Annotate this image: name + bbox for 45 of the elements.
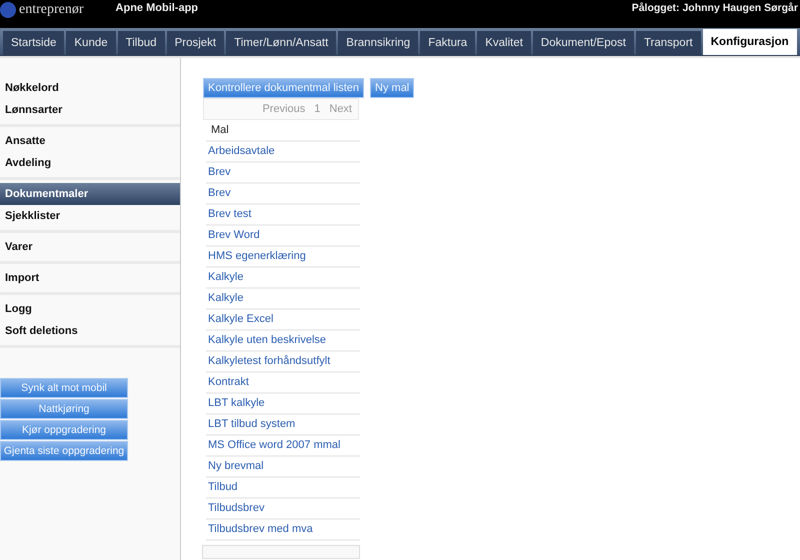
template-link[interactable]: Brev test bbox=[206, 205, 360, 226]
tab[interactable]: Kvalitet bbox=[477, 31, 531, 55]
sidebar-item[interactable]: Varer bbox=[0, 236, 180, 258]
tab[interactable]: Startside bbox=[3, 31, 64, 55]
template-link[interactable]: Ny brevmal bbox=[206, 457, 360, 478]
tab[interactable]: Tilbud bbox=[118, 31, 165, 55]
template-link[interactable]: LBT tilbud system bbox=[206, 415, 360, 436]
tab[interactable]: Kunde bbox=[66, 31, 116, 55]
template-link[interactable]: Kalkyle bbox=[206, 289, 360, 310]
sidebar-item[interactable]: Import bbox=[0, 267, 180, 289]
template-link[interactable]: Brev bbox=[206, 184, 360, 205]
user-label: Pålogget: Johnny Haugen Sørgår bbox=[632, 2, 798, 14]
template-link[interactable]: Kalkyletest forhåndsutfylt bbox=[206, 352, 360, 373]
tab[interactable]: Transport bbox=[636, 31, 701, 55]
template-link[interactable]: Kalkyle bbox=[206, 268, 360, 289]
tab[interactable]: Prosjekt bbox=[166, 31, 224, 55]
template-link[interactable]: Tilbud bbox=[206, 478, 360, 499]
sidebar-item[interactable]: Soft deletions bbox=[0, 320, 180, 342]
tab[interactable]: Konfigurasjon bbox=[702, 29, 797, 55]
template-link[interactable]: LBT kalkyle bbox=[206, 394, 360, 415]
template-link[interactable]: HMS egenerklæring bbox=[206, 247, 360, 268]
sidebar-item[interactable]: Avdeling bbox=[0, 152, 180, 174]
sidebar-item[interactable]: Ansatte bbox=[0, 130, 180, 152]
template-link[interactable]: Kontrakt bbox=[206, 373, 360, 394]
tab[interactable]: Faktura bbox=[420, 31, 476, 55]
template-link[interactable]: Tilbudsbrev bbox=[206, 499, 360, 520]
logo-circle-icon bbox=[0, 2, 16, 18]
column-header: Mal bbox=[206, 120, 360, 142]
template-link[interactable]: Brev Word bbox=[206, 226, 360, 247]
tab[interactable]: Dokument/Epost bbox=[532, 31, 634, 55]
sidebar-item[interactable]: Logg bbox=[0, 298, 180, 320]
tab[interactable]: Brannsikring bbox=[338, 31, 418, 55]
logo-text: entreprenør bbox=[19, 2, 84, 18]
template-link[interactable]: Arbeidsavtale bbox=[206, 142, 360, 163]
template-link[interactable]: Tilbudsbrev med mva bbox=[206, 520, 360, 541]
sidebar-item[interactable]: Sjekklister bbox=[0, 205, 180, 227]
template-link[interactable]: MS Office word 2007 mmal bbox=[206, 436, 360, 457]
tab[interactable]: Timer/Lønn/Ansatt bbox=[226, 31, 336, 55]
template-link[interactable]: Brev bbox=[206, 163, 360, 184]
sidebar-item[interactable]: Dokumentmaler bbox=[0, 183, 180, 205]
template-link[interactable]: Kalkyle uten beskrivelse bbox=[206, 331, 360, 352]
sidebar-item[interactable]: Lønnsarter bbox=[0, 99, 180, 121]
app-link[interactable]: Apne Mobil-app bbox=[116, 2, 198, 14]
template-link[interactable]: Kalkyle Excel bbox=[206, 310, 360, 331]
sidebar-item[interactable]: Nøkkelord bbox=[0, 77, 180, 99]
